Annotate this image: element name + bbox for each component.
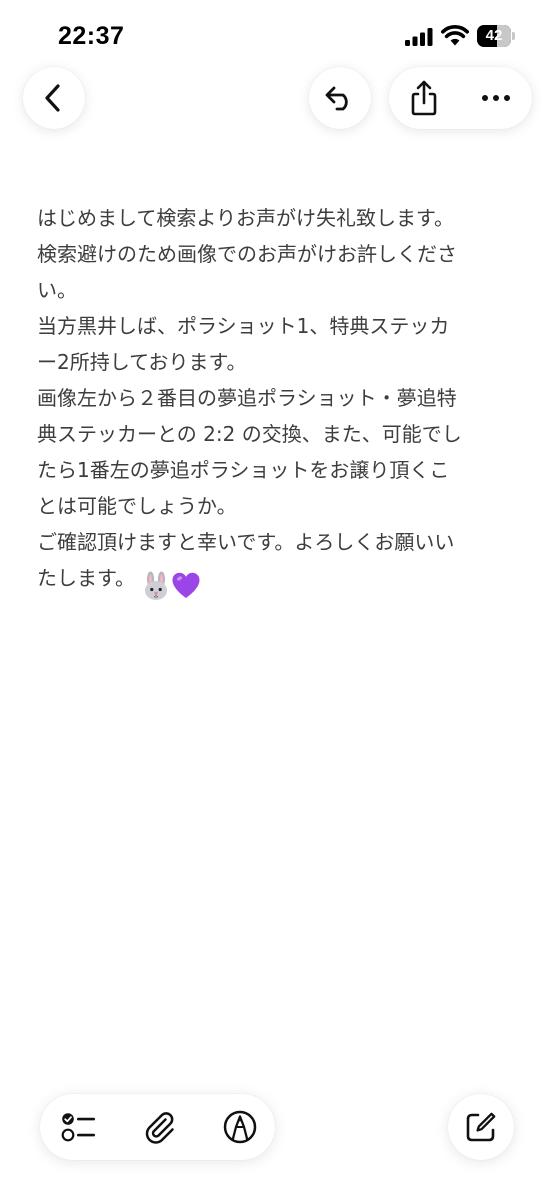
battery-level: 42 xyxy=(485,27,503,44)
note-line: 画像左から２番目の夢追ポラショット・夢追特 xyxy=(37,386,457,410)
markup-button[interactable] xyxy=(205,1094,275,1160)
note-line-last: たします。 xyxy=(37,560,527,602)
wifi-icon xyxy=(441,25,469,46)
emoji-row xyxy=(141,566,201,602)
note-line: はじめまして検索よりお声がけ失礼致します。 xyxy=(37,206,454,230)
attach-button[interactable] xyxy=(125,1094,195,1160)
note-body[interactable]: はじめまして検索よりお声がけ失礼致します。 検索避けのため画像でのお声がけお許し… xyxy=(37,200,527,602)
compose-button[interactable] xyxy=(448,1094,514,1160)
note-line-text: たします。 xyxy=(37,566,135,590)
undo-button[interactable] xyxy=(309,67,371,129)
note-line: 検索避けのため画像でのお声がけお許しくださ xyxy=(37,242,457,266)
compose-icon xyxy=(466,1112,496,1142)
rabbit-face-emoji xyxy=(145,571,167,600)
note-line: たら1番左の夢追ポラショットをお譲り頂くこ xyxy=(37,458,450,482)
note-line: い。 xyxy=(37,278,77,302)
markup-pen-icon xyxy=(223,1110,257,1144)
actions-pill xyxy=(389,67,532,129)
more-button[interactable] xyxy=(461,67,531,129)
share-icon xyxy=(411,80,437,116)
note-line: 典ステッカーとの 2:2 の交換、また、可能でし xyxy=(37,422,462,446)
bottom-toolbar xyxy=(40,1094,275,1160)
more-icon xyxy=(482,95,510,101)
note-line: ー2所持しております。 xyxy=(37,350,247,374)
note-line: ご確認頂けますと幸いです。よろしくお願いい xyxy=(37,530,455,554)
battery-icon: 42 xyxy=(477,25,515,47)
checklist-icon xyxy=(61,1113,95,1142)
paperclip-icon xyxy=(145,1112,174,1144)
back-button[interactable] xyxy=(23,67,85,129)
checklist-button[interactable] xyxy=(45,1094,115,1160)
note-line: 当方黒井しば、ポラショット1、特典ステッカ xyxy=(37,314,450,338)
signal-icon xyxy=(405,28,433,46)
note-line: とは可能でしょうか。 xyxy=(37,494,237,518)
undo-icon xyxy=(325,86,348,111)
share-button[interactable] xyxy=(389,67,459,129)
purple-heart-emoji xyxy=(172,572,200,598)
chevron-left-icon xyxy=(45,84,60,112)
status-bar: 22:37 42 xyxy=(0,0,555,70)
status-time: 22:37 xyxy=(58,22,125,50)
